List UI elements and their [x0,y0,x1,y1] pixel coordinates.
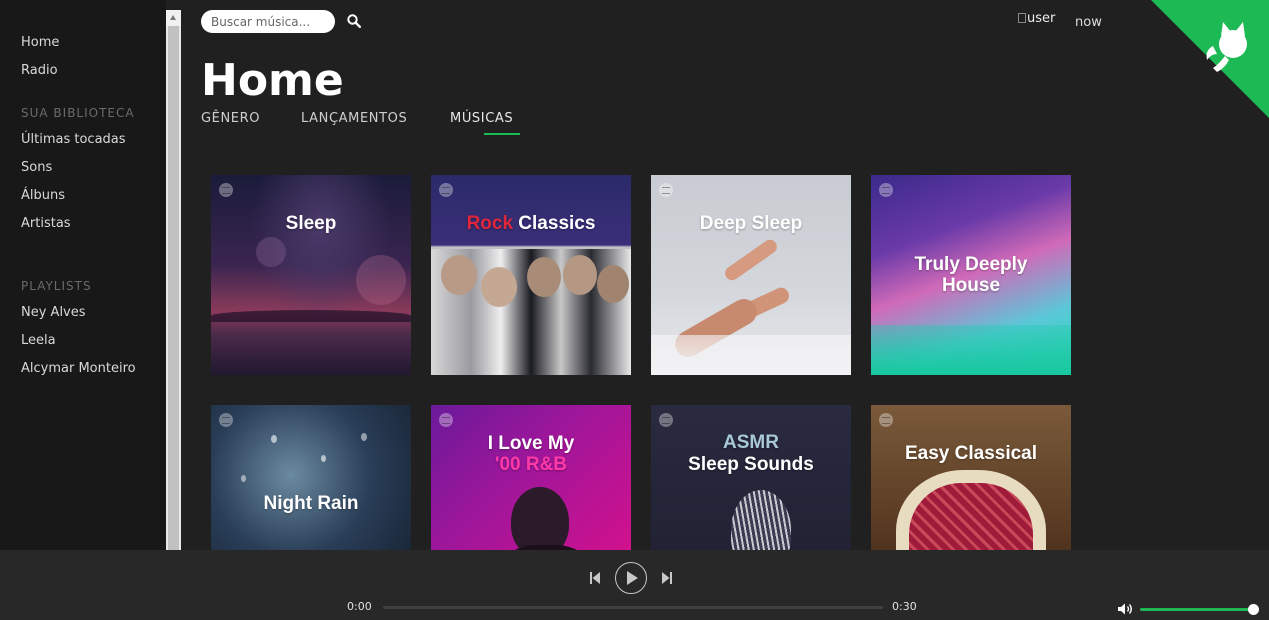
sidebar-item-songs[interactable]: Sons [0,159,166,187]
volume-icon[interactable] [1117,602,1133,616]
sidebar-item-home[interactable]: Home [0,34,166,62]
card-title: Sleep [285,213,337,234]
sidebar-playlist-item[interactable]: Alcymar Monteiro [0,360,166,388]
card-title: ASMR [723,432,779,453]
avatar-alt-text: user [1027,11,1056,26]
playlist-card[interactable]: Rock Classics [431,175,631,375]
playlist-card[interactable]: ASMR Sleep Sounds [651,405,851,550]
card-title-highlight: Rock [466,213,514,234]
spotify-icon [879,183,893,197]
user-status: now [1075,15,1102,30]
sidebar-item-radio[interactable]: Radio [0,62,166,90]
search-box [201,10,335,33]
skip-forward-icon[interactable] [660,570,674,586]
skip-back-icon[interactable] [588,570,602,586]
sidebar: Home Radio SUA BIBLIOTECA Últimas tocada… [0,0,166,550]
card-title: Truly Deeply [914,254,1028,275]
playlist-card[interactable]: I Love My '00 R&B [431,405,631,550]
volume-fill [1140,608,1254,611]
playlist-card[interactable]: Easy Classical [871,405,1071,550]
spotify-icon [439,413,453,427]
player-bar: 0:00 0:30 [0,550,1269,620]
page-title: Home [201,55,344,106]
sidebar-item-recently-played[interactable]: Últimas tocadas [0,131,166,159]
volume-knob[interactable] [1248,604,1259,615]
playlist-card[interactable]: Sleep [211,175,411,375]
spotify-icon [659,183,673,197]
scrollbar[interactable] [166,10,181,550]
playlist-card[interactable]: Deep Sleep [651,175,851,375]
search-input[interactable] [201,10,321,33]
playlists-heading: PLAYLISTS [21,279,92,293]
card-title: Rock Classics [431,213,631,234]
playlist-card[interactable]: Night Rain [211,405,411,550]
sidebar-item-albums[interactable]: Álbuns [0,187,166,215]
sidebar-item-artists[interactable]: Artistas [0,215,166,243]
spotify-icon [659,413,673,427]
active-tab-indicator [484,133,520,135]
scroll-thumb[interactable] [168,26,179,550]
app-window: Home Radio SUA BIBLIOTECA Últimas tocada… [0,0,1269,620]
sidebar-playlist-item[interactable]: Leela [0,332,166,360]
playlist-card[interactable]: Truly Deeply House [871,175,1071,375]
play-icon [627,571,638,585]
tab-genre[interactable]: GÊNERO [201,111,260,126]
card-title: Sleep Sounds [688,454,814,475]
tab-songs[interactable]: MÚSICAS [450,111,513,126]
library-heading: SUA BIBLIOTECA [21,106,135,120]
octocat-corner-icon[interactable] [1151,0,1269,118]
progress-bar[interactable] [383,606,883,609]
volume-slider[interactable] [1140,608,1254,611]
spotify-icon [879,413,893,427]
current-time: 0:00 [347,600,372,613]
broken-image-icon [1018,13,1026,23]
card-title: Easy Classical [904,443,1038,464]
spotify-icon [219,413,233,427]
card-title: House [941,275,1001,296]
scroll-up-button[interactable] [166,10,181,26]
play-button[interactable] [615,562,647,594]
card-title: '00 R&B [494,454,568,475]
total-time: 0:30 [892,600,917,613]
main-content: user now Home GÊNERO LANÇAMENTOS MÚSICAS… [181,0,1269,550]
sidebar-playlist-item[interactable]: Ney Alves [0,304,166,332]
card-title: Night Rain [263,493,359,514]
tab-releases[interactable]: LANÇAMENTOS [301,111,407,126]
card-title-rest: Classics [513,213,596,234]
search-icon[interactable] [347,14,361,28]
spotify-icon [219,183,233,197]
card-title: I Love My [487,433,575,454]
spotify-icon [439,183,453,197]
card-title: Deep Sleep [699,213,803,234]
avatar[interactable]: user [1018,11,1055,26]
